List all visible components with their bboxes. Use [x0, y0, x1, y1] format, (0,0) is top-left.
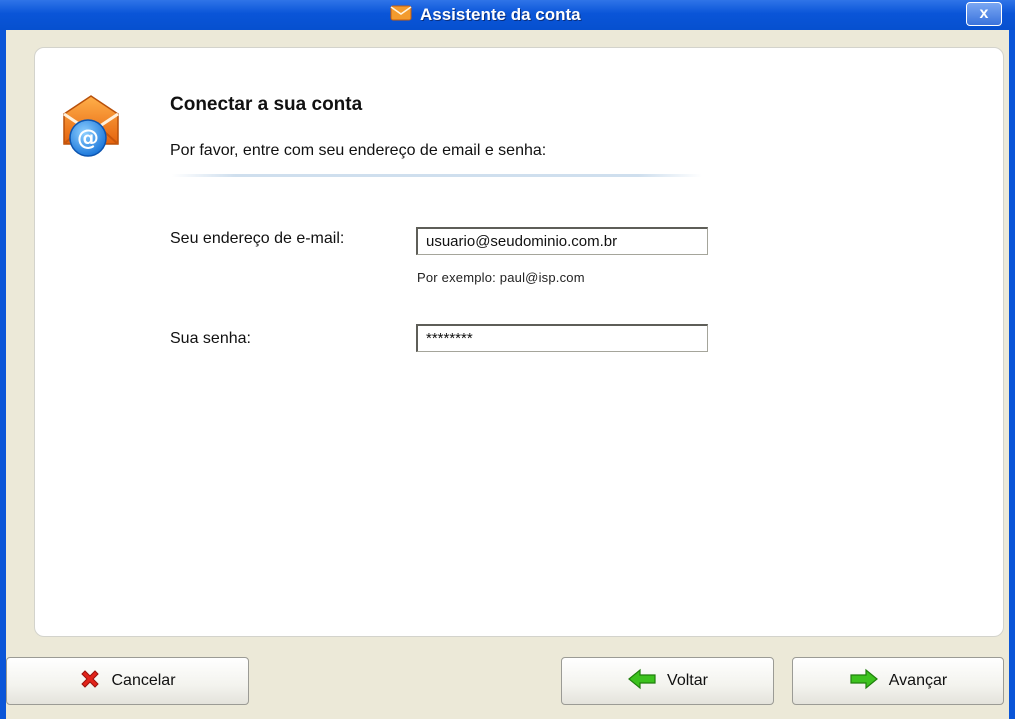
- page-title: Conectar a sua conta: [170, 94, 363, 115]
- red-x-icon: [79, 668, 101, 695]
- title-wrap: Assistente da conta: [390, 4, 581, 26]
- next-button-label: Avançar: [888, 672, 948, 689]
- email-hint: Por exemplo: paul@isp.com: [417, 270, 585, 285]
- green-left-arrow-icon: [627, 668, 657, 695]
- email-at-icon: @: [58, 92, 124, 160]
- window-title: Assistente da conta: [420, 5, 581, 24]
- password-label: Sua senha:: [170, 330, 251, 347]
- cancel-button[interactable]: Cancelar: [6, 657, 249, 705]
- close-icon: x: [979, 5, 989, 22]
- next-button[interactable]: Avançar: [792, 657, 1004, 705]
- title-bar: Assistente da conta x: [0, 0, 1015, 30]
- back-button-label: Voltar: [667, 672, 708, 689]
- green-right-arrow-icon: [849, 668, 879, 695]
- header-divider: [172, 174, 702, 177]
- close-button[interactable]: x: [966, 2, 1002, 26]
- email-label: Seu endereço de e-mail:: [170, 230, 345, 247]
- password-field[interactable]: [416, 324, 708, 352]
- window-border-left: [0, 30, 6, 719]
- email-field[interactable]: [416, 227, 708, 255]
- cancel-button-label: Cancelar: [111, 672, 176, 689]
- svg-text:@: @: [77, 126, 99, 151]
- window-border-right: [1009, 30, 1015, 719]
- back-button[interactable]: Voltar: [561, 657, 774, 705]
- page-subtitle: Por favor, entre com seu endereço de ema…: [170, 142, 547, 159]
- envelope-icon: [390, 5, 412, 26]
